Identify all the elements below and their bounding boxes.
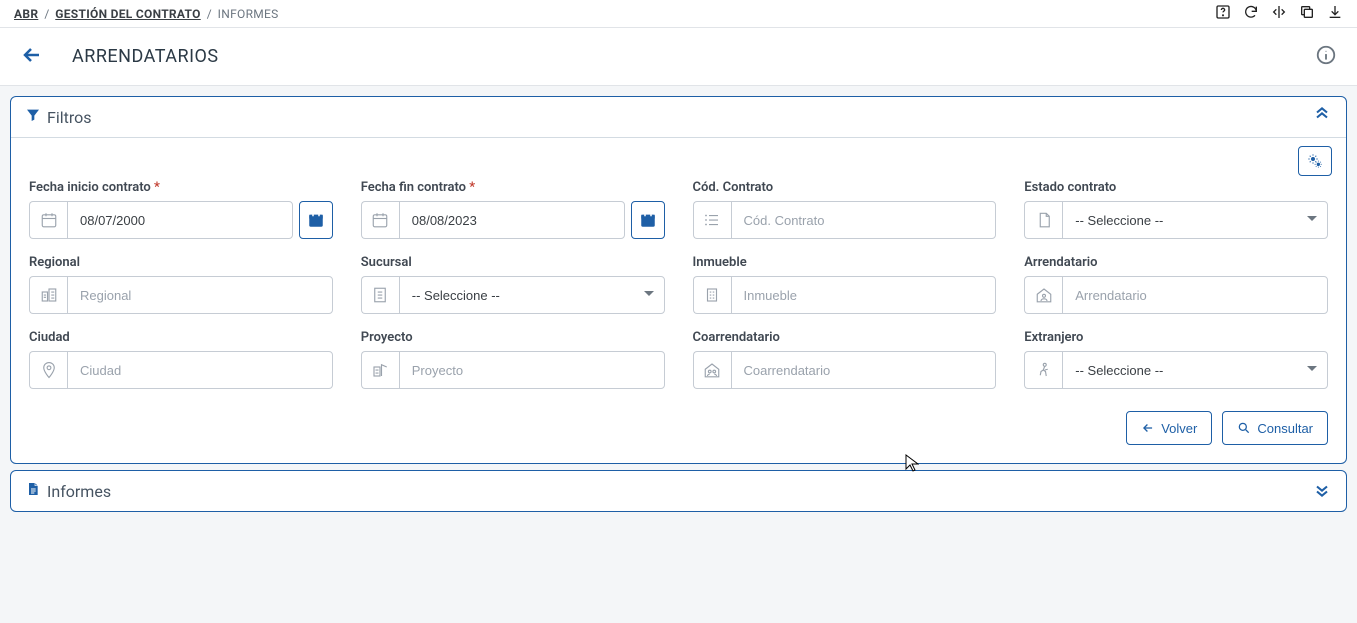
field-regional: Regional <box>29 255 333 314</box>
copy-icon[interactable] <box>1299 4 1315 23</box>
info-icon[interactable] <box>1315 44 1337 70</box>
field-extranjero: Extranjero <box>1024 330 1328 389</box>
calendar-icon <box>361 201 399 239</box>
back-arrow-icon[interactable] <box>20 43 44 71</box>
field-ciudad: Ciudad <box>29 330 333 389</box>
expand-icon[interactable] <box>1312 479 1332 503</box>
field-coarrendatario: Coarrendatario <box>693 330 997 389</box>
breadcrumb-informes: INFORMES <box>218 7 279 21</box>
download-icon[interactable] <box>1327 4 1343 23</box>
inmueble-input[interactable] <box>731 276 997 314</box>
location-icon <box>29 351 67 389</box>
home-user-icon <box>1024 276 1062 314</box>
calendar-icon <box>29 201 67 239</box>
estado-select[interactable] <box>1062 201 1328 239</box>
field-sucursal: Sucursal <box>361 255 665 314</box>
field-estado: Estado contrato <box>1024 180 1328 239</box>
building-crane-icon <box>361 351 399 389</box>
field-proyecto: Proyecto <box>361 330 665 389</box>
breadcrumb-gestion[interactable]: GESTIÓN DEL CONTRATO <box>55 7 200 21</box>
field-inmueble: Inmueble <box>693 255 997 314</box>
ciudad-input[interactable] <box>67 351 333 389</box>
report-icon <box>25 481 41 501</box>
informes-panel: Informes <box>10 470 1347 512</box>
filtros-panel-title: Filtros <box>47 108 92 127</box>
document-icon <box>1024 201 1062 239</box>
home-users-icon <box>693 351 731 389</box>
field-cod-contrato: Cód. Contrato <box>693 180 997 239</box>
page-title: ARRENDATARIOS <box>72 46 219 67</box>
fecha-fin-input[interactable] <box>399 201 625 239</box>
split-icon[interactable] <box>1271 4 1287 23</box>
collapse-icon[interactable] <box>1312 105 1332 129</box>
field-fecha-fin: Fecha fin contrato * <box>361 180 665 239</box>
consultar-button[interactable]: Consultar <box>1222 411 1328 445</box>
informes-panel-title: Informes <box>47 482 111 501</box>
volver-button[interactable]: Volver <box>1126 411 1212 445</box>
cod-contrato-input[interactable] <box>731 201 997 239</box>
fecha-inicio-input[interactable] <box>67 201 293 239</box>
list-icon <box>693 201 731 239</box>
top-bar: ABR / GESTIÓN DEL CONTRATO / INFORMES <box>0 0 1357 28</box>
settings-button[interactable] <box>1298 146 1332 176</box>
filtros-panel: Filtros Fecha inicio contrato * <box>10 96 1347 464</box>
sucursal-select[interactable] <box>399 276 665 314</box>
filtros-panel-header: Filtros <box>11 97 1346 138</box>
refresh-icon[interactable] <box>1243 4 1259 23</box>
help-icon[interactable] <box>1215 4 1231 23</box>
breadcrumb: ABR / GESTIÓN DEL CONTRATO / INFORMES <box>14 7 279 21</box>
proyecto-input[interactable] <box>399 351 665 389</box>
field-fecha-inicio: Fecha inicio contrato * <box>29 180 333 239</box>
building-icon <box>361 276 399 314</box>
coarrendatario-input[interactable] <box>731 351 997 389</box>
walking-icon <box>1024 351 1062 389</box>
building-icon <box>693 276 731 314</box>
field-arrendatario: Arrendatario <box>1024 255 1328 314</box>
regional-input[interactable] <box>67 276 333 314</box>
fecha-fin-picker-button[interactable] <box>631 201 665 239</box>
page-header: ARRENDATARIOS <box>0 28 1357 86</box>
breadcrumb-abr[interactable]: ABR <box>14 7 38 21</box>
arrendatario-input[interactable] <box>1062 276 1328 314</box>
fecha-inicio-picker-button[interactable] <box>299 201 333 239</box>
filter-icon <box>25 107 41 127</box>
buildings-icon <box>29 276 67 314</box>
extranjero-select[interactable] <box>1062 351 1328 389</box>
informes-panel-header: Informes <box>11 471 1346 511</box>
